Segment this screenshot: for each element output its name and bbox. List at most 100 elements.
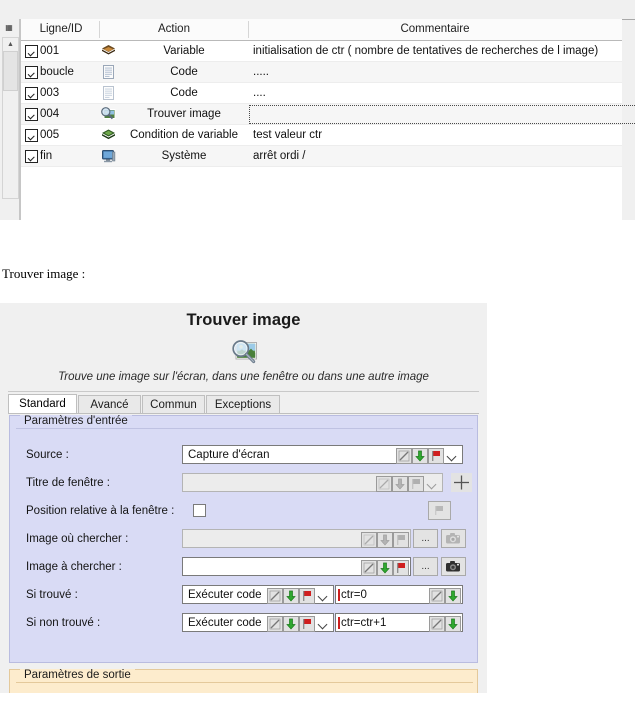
red-flag-icon[interactable] [393,559,409,576]
relative-position-checkbox[interactable] [193,504,206,517]
script-table[interactable]: Ligne/ID Action Commentaire 001 Variable… [20,19,635,220]
red-flag-icon[interactable] [299,615,315,632]
row-id: fin [40,150,53,162]
gutter-corner-icon: ▦ [0,19,18,36]
row-comment: initialisation de ctr ( nombre de tentat… [253,45,599,57]
expression-icon[interactable] [429,615,445,632]
find-image-large-icon [228,336,260,366]
input-parameters-group: Paramètres d'entrée Source : Capture d'é… [9,415,478,663]
field-label-source: Source : [26,449,69,461]
tab-exceptions[interactable]: Exceptions [206,395,280,414]
chevron-down-icon[interactable] [444,448,461,464]
expression-icon[interactable] [267,587,283,604]
expression-icon[interactable] [361,559,377,576]
row-checkbox[interactable] [25,45,38,58]
left-gutter: ▦ ▲ [0,19,20,220]
scroll-up-arrow[interactable]: ▲ [3,38,18,51]
insert-variable-icon[interactable] [445,615,461,632]
column-header-commentaire[interactable]: Commentaire [250,19,620,40]
if-found-button-strip [267,587,332,604]
code-icon [100,85,117,101]
if-not-found-code-button-strip [429,615,461,632]
output-parameters-legend: Paramètres de sortie [20,669,135,681]
output-parameters-group: Paramètres de sortie [9,669,478,693]
row-focus-rectangle [249,105,635,124]
row-checkbox[interactable] [25,66,38,79]
field-source-row: Source : Capture d'écran [10,442,479,468]
browse-button[interactable]: ... [413,529,438,548]
table-row[interactable]: fin Système arrêt ordi / [21,146,622,167]
row-checkbox[interactable] [25,87,38,100]
dialog-title: Trouver image [186,311,301,329]
if-found-value: Exécuter code [188,589,262,601]
row-comment: arrêt ordi / [253,150,306,162]
field-source-image-row: Image où chercher : ... [10,526,479,552]
camera-button[interactable] [441,529,466,548]
field-label-window-title: Titre de fenêtre : [26,477,110,489]
insert-variable-icon[interactable] [377,559,393,576]
field-label-target-image: Image à chercher : [26,561,122,573]
field-label-source-image: Image où chercher : [26,533,129,545]
dialog-divider [8,391,479,392]
table-row[interactable]: 003 Code .... [21,83,622,104]
row-action: Code [170,87,198,99]
expression-icon[interactable] [429,587,445,604]
column-header-ligne-id[interactable]: Ligne/ID [23,19,99,40]
row-checkbox[interactable] [25,108,38,121]
row-id: boucle [40,66,74,78]
insert-variable-icon [392,475,408,492]
insert-variable-icon[interactable] [412,447,428,464]
expression-icon [376,475,392,492]
browse-button[interactable]: ... [413,557,438,576]
table-row[interactable]: 004 Trouver image [21,104,635,125]
if-not-found-value: Exécuter code [188,617,262,629]
table-row[interactable]: boucle Code ..... [21,62,622,83]
row-checkbox[interactable] [25,129,38,142]
field-if-not-found-row: Si non trouvé : Exécuter code ctr=ctr+1 [10,610,479,636]
row-checkbox[interactable] [25,150,38,163]
table-header-row: Ligne/ID Action Commentaire [21,19,622,41]
window-title-button-strip [376,475,441,492]
insert-variable-icon[interactable] [445,587,461,604]
expression-icon[interactable] [396,447,412,464]
chevron-down-icon[interactable] [315,588,332,604]
if-found-combo[interactable]: Exécuter code [182,585,334,604]
table-row[interactable]: 001 Variable initialisation de ctr ( nom… [21,41,622,62]
browse-button-label: ... [421,533,430,544]
red-flag-icon[interactable] [428,447,444,464]
target-image-input[interactable] [182,557,411,576]
if-found-code-value: ctr=0 [338,586,367,605]
red-flag-icon[interactable] [299,587,315,604]
window-title-combo[interactable] [182,473,443,492]
source-image-input[interactable] [182,529,411,548]
flag-button[interactable] [428,501,451,520]
if-not-found-code-input[interactable]: ctr=ctr+1 [335,613,463,632]
expression-icon[interactable] [267,615,283,632]
field-relative-position-row: Position relative à la fenêtre : [10,498,479,524]
source-image-button-strip [361,531,409,548]
chevron-down-icon[interactable] [315,616,332,632]
camera-button[interactable] [441,557,466,576]
field-if-found-row: Si trouvé : Exécuter code ctr=0 [10,582,479,608]
source-combo[interactable]: Capture d'écran [182,445,463,464]
if-not-found-button-strip [267,615,332,632]
if-found-code-input[interactable]: ctr=0 [335,585,463,604]
tab-avance[interactable]: Avancé [78,395,141,414]
input-parameters-legend: Paramètres d'entrée [20,415,132,427]
row-action: Variable [163,45,205,57]
insert-variable-icon[interactable] [283,587,299,604]
tab-commun[interactable]: Commun [142,395,205,414]
crosshair-picker-button[interactable] [450,472,473,493]
row-action: Trouver image [147,108,221,120]
tab-standard[interactable]: Standard [8,394,77,414]
column-header-action[interactable]: Action [101,19,247,40]
code-icon [100,64,117,80]
vertical-scrollbar[interactable]: ▲ [2,37,19,199]
if-not-found-combo[interactable]: Exécuter code [182,613,334,632]
scrollbar-thumb[interactable] [3,51,18,91]
tab-underline [8,413,479,414]
red-flag-icon [393,531,409,548]
table-row[interactable]: 005 Condition de variable test valeur ct… [21,125,622,146]
insert-variable-icon[interactable] [283,615,299,632]
field-target-image-row: Image à chercher : ... [10,554,479,580]
